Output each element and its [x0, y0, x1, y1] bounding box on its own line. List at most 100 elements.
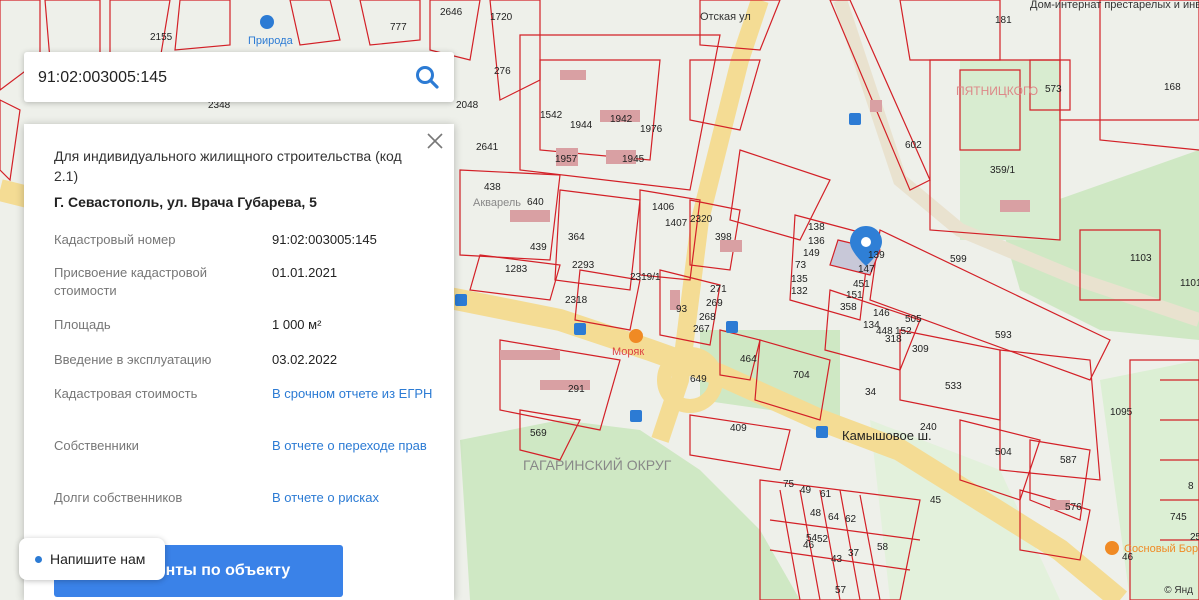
parcel-number-label: 181	[995, 15, 1012, 26]
parcel-number-label: 168	[1164, 82, 1181, 93]
parcel-number-label: 1942	[610, 114, 633, 125]
parcel-info-panel: Для индивидуального жилищного строительс…	[24, 124, 454, 600]
parcel-number-label: 1976	[640, 124, 663, 135]
land-use-purpose: Для индивидуального жилищного строительс…	[54, 148, 402, 184]
parcel-number-label: 1945	[622, 154, 645, 165]
parcel-number-label: 152	[895, 326, 912, 337]
row-label-cadastral-number: Кадастровый номер	[54, 232, 176, 247]
search-icon[interactable]	[414, 64, 440, 90]
parcel-number-label: 309	[912, 344, 929, 355]
parcel-number-label: 271	[710, 284, 727, 295]
parcel-number-label: 2319/1	[630, 272, 661, 283]
parcel-number-label: 139	[868, 250, 885, 261]
parcel-number-label: 593	[995, 330, 1012, 341]
parcel-number-label: 267	[693, 324, 710, 335]
parcel-number-label: 276	[494, 66, 511, 77]
parcel-number-label: 75	[783, 479, 795, 490]
parcel-number-label: 2155	[150, 32, 173, 43]
search-bar	[24, 52, 454, 102]
parcel-number-label: 1957	[555, 154, 578, 165]
search-input[interactable]	[36, 62, 400, 94]
parcel-number-label: 2318	[565, 295, 588, 306]
parcel-number-label: 132	[791, 286, 808, 297]
parcel-number-label: 2048	[456, 100, 479, 111]
parcel-number-label: 409	[730, 423, 747, 434]
parcel-number-label: 73	[795, 260, 807, 271]
map-place-label: Отская ул	[700, 11, 751, 23]
parcel-number-label: 587	[1060, 455, 1077, 466]
parcel-number-label: 93	[676, 304, 688, 315]
parcel-number-label: 135	[791, 274, 808, 285]
parcel-number-label: 1101	[1180, 278, 1199, 289]
row-label-owner-debts: Долги собственников	[54, 490, 183, 505]
row-value-commissioning: 03.02.2022	[272, 352, 338, 367]
owner-debts-link[interactable]: В отчете о рисках	[272, 489, 442, 507]
map-place-label: Сосновый Бор	[1124, 543, 1198, 555]
row-value-cadastral-number: 91:02:003005:145	[272, 232, 377, 247]
parcel-number-label: 2641	[476, 142, 499, 153]
row-value-area: 1 000 м²	[272, 317, 322, 332]
parcel-number-label: 269	[706, 298, 723, 309]
parcel-number-label: 149	[803, 248, 820, 259]
row-label-valuation-date: Присвоение кадастровой стоимости	[54, 265, 208, 298]
parcel-number-label: 777	[390, 22, 407, 33]
parcel-number-label: 640	[527, 197, 544, 208]
parcel-number-label: 46	[803, 540, 815, 551]
map-place-label: Природа	[248, 35, 294, 47]
row-label-cadastral-value: Кадастровая стоимость	[54, 386, 198, 401]
parcel-number-label: 439	[530, 242, 547, 253]
parcel-number-label: 573	[1045, 84, 1062, 95]
parcel-number-label: 43	[831, 554, 843, 565]
row-label-commissioning: Введение в эксплуатацию	[54, 352, 212, 367]
row-value-valuation-date: 01.01.2021	[272, 265, 338, 280]
close-icon[interactable]	[426, 132, 444, 150]
parcel-number-label: 45	[930, 495, 942, 506]
parcel-number-label: 57	[835, 585, 847, 596]
parcel-number-label: 1406	[652, 202, 675, 213]
map-place-label: Акварель	[473, 197, 521, 209]
parcel-number-label: 1283	[505, 264, 528, 275]
parcel-number-label: 569	[530, 428, 547, 439]
parcel-number-label: 1103	[1130, 253, 1152, 264]
parcel-number-label: 451	[853, 279, 870, 290]
cadastral-value-link[interactable]: В срочном отчете из ЕГРН	[272, 385, 442, 403]
parcel-number-label: 34	[865, 387, 877, 398]
parcel-number-label: 48	[810, 508, 822, 519]
parcel-number-label: 58	[877, 542, 889, 553]
parcel-number-label: 1407	[665, 218, 688, 229]
parcel-number-label: 2293	[572, 260, 595, 271]
map-place-label: ГАГАРИНСКИЙ ОКРУГ	[523, 456, 672, 473]
parcel-number-label: 37	[848, 548, 860, 559]
parcel-number-label: 1542	[540, 110, 563, 121]
parcel-number-label: 533	[945, 381, 962, 392]
map-attribution[interactable]: © Янд	[1164, 585, 1193, 596]
parcel-number-label: 52	[817, 534, 829, 545]
parcel-number-label: 464	[740, 354, 757, 365]
owners-link[interactable]: В отчете о переходе прав	[272, 437, 442, 455]
parcel-number-label: 291	[568, 384, 585, 395]
row-label-area: Площадь	[54, 317, 111, 332]
parcel-number-label: 268	[699, 312, 716, 323]
parcel-number-label: 505	[905, 314, 922, 325]
parcel-number-label: 358	[840, 302, 857, 313]
parcel-number-label: 504	[995, 447, 1012, 458]
map-place-label: Моряк	[612, 346, 644, 358]
parcel-number-label: 8	[1188, 481, 1194, 492]
parcel-number-label: 252	[1190, 532, 1199, 543]
parcel-number-label: 1095	[1110, 407, 1133, 418]
row-label-owners: Собственники	[54, 438, 139, 453]
parcel-address: Г. Севастополь, ул. Врача Губарева, 5	[54, 194, 317, 210]
map-place-label: Камышовое ш.	[842, 428, 932, 443]
parcel-number-label: 704	[793, 370, 810, 381]
parcel-number-label: 364	[568, 232, 585, 243]
parcel-number-label: 61	[820, 489, 832, 500]
parcel-number-label: 138	[808, 222, 825, 233]
chat-widget[interactable]: Напишите нам	[19, 538, 165, 580]
parcel-number-label: 136	[808, 236, 825, 247]
parcel-number-label: 359/1	[990, 165, 1015, 176]
parcel-number-label: 576	[1065, 502, 1082, 513]
parcel-number-label: 602	[905, 140, 922, 151]
chat-label: Напишите нам	[50, 551, 146, 567]
parcel-number-label: 49	[800, 485, 812, 496]
parcel-number-label: 398	[715, 232, 732, 243]
